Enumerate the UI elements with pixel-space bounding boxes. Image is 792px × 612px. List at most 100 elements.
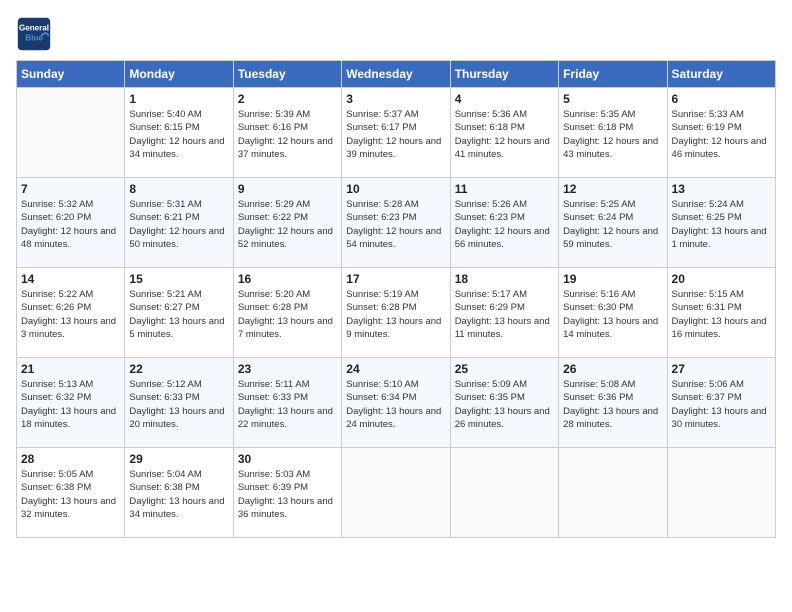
day-number: 3 — [346, 92, 445, 106]
calendar-body: 1 Sunrise: 5:40 AMSunset: 6:15 PMDaylight… — [17, 88, 776, 538]
day-info: Sunrise: 5:03 AMSunset: 6:39 PMDaylight:… — [238, 468, 337, 521]
day-number: 18 — [455, 272, 554, 286]
day-info: Sunrise: 5:16 AMSunset: 6:30 PMDaylight:… — [563, 288, 662, 341]
day-info: Sunrise: 5:13 AMSunset: 6:32 PMDaylight:… — [21, 378, 120, 431]
day-number: 20 — [672, 272, 771, 286]
day-number: 30 — [238, 452, 337, 466]
day-cell — [559, 448, 667, 538]
day-info: Sunrise: 5:28 AMSunset: 6:23 PMDaylight:… — [346, 198, 445, 251]
day-number: 25 — [455, 362, 554, 376]
day-number: 13 — [672, 182, 771, 196]
day-cell: 2 Sunrise: 5:39 AMSunset: 6:16 PMDaylight… — [233, 88, 341, 178]
day-info: Sunrise: 5:15 AMSunset: 6:31 PMDaylight:… — [672, 288, 771, 341]
day-number: 10 — [346, 182, 445, 196]
svg-text:General: General — [19, 23, 49, 32]
day-cell: 3 Sunrise: 5:37 AMSunset: 6:17 PMDaylight… — [342, 88, 450, 178]
day-cell: 22 Sunrise: 5:12 AMSunset: 6:33 PMDayligh… — [125, 358, 233, 448]
week-row-3: 14 Sunrise: 5:22 AMSunset: 6:26 PMDayligh… — [17, 268, 776, 358]
weekday-header-row: SundayMondayTuesdayWednesdayThursdayFrid… — [17, 61, 776, 88]
day-info: Sunrise: 5:29 AMSunset: 6:22 PMDaylight:… — [238, 198, 337, 251]
day-info: Sunrise: 5:21 AMSunset: 6:27 PMDaylight:… — [129, 288, 228, 341]
day-cell: 25 Sunrise: 5:09 AMSunset: 6:35 PMDayligh… — [450, 358, 558, 448]
day-cell: 19 Sunrise: 5:16 AMSunset: 6:30 PMDayligh… — [559, 268, 667, 358]
day-number: 5 — [563, 92, 662, 106]
day-info: Sunrise: 5:10 AMSunset: 6:34 PMDaylight:… — [346, 378, 445, 431]
week-row-5: 28Sunrise: 5:05 AMSunset: 6:38 PMDayligh… — [17, 448, 776, 538]
day-info: Sunrise: 5:39 AMSunset: 6:16 PMDaylight:… — [238, 108, 337, 161]
day-number: 8 — [129, 182, 228, 196]
day-info: Sunrise: 5:32 AMSunset: 6:20 PMDaylight:… — [21, 198, 120, 251]
day-info: Sunrise: 5:33 AMSunset: 6:19 PMDaylight:… — [672, 108, 771, 161]
weekday-friday: Friday — [559, 61, 667, 88]
logo-icon: General Blue — [16, 16, 52, 52]
day-number: 29 — [129, 452, 228, 466]
day-info: Sunrise: 5:11 AMSunset: 6:33 PMDaylight:… — [238, 378, 337, 431]
day-info: Sunrise: 5:06 AMSunset: 6:37 PMDaylight:… — [672, 378, 771, 431]
day-info: Sunrise: 5:31 AMSunset: 6:21 PMDaylight:… — [129, 198, 228, 251]
day-cell: 8 Sunrise: 5:31 AMSunset: 6:21 PMDaylight… — [125, 178, 233, 268]
day-info: Sunrise: 5:25 AMSunset: 6:24 PMDaylight:… — [563, 198, 662, 251]
day-cell: 9Sunrise: 5:29 AMSunset: 6:22 PMDaylight… — [233, 178, 341, 268]
day-number: 14 — [21, 272, 120, 286]
day-info: Sunrise: 5:36 AMSunset: 6:18 PMDaylight:… — [455, 108, 554, 161]
day-cell — [17, 88, 125, 178]
day-info: Sunrise: 5:04 AMSunset: 6:38 PMDaylight:… — [129, 468, 228, 521]
day-number: 15 — [129, 272, 228, 286]
day-info: Sunrise: 5:40 AMSunset: 6:15 PMDaylight:… — [129, 108, 228, 161]
day-cell: 27 Sunrise: 5:06 AMSunset: 6:37 PMDayligh… — [667, 358, 775, 448]
day-cell: 11 Sunrise: 5:26 AMSunset: 6:23 PMDayligh… — [450, 178, 558, 268]
day-cell — [342, 448, 450, 538]
day-number: 21 — [21, 362, 120, 376]
weekday-thursday: Thursday — [450, 61, 558, 88]
day-cell: 28Sunrise: 5:05 AMSunset: 6:38 PMDayligh… — [17, 448, 125, 538]
day-info: Sunrise: 5:05 AMSunset: 6:38 PMDaylight:… — [21, 468, 120, 521]
day-info: Sunrise: 5:35 AMSunset: 6:18 PMDaylight:… — [563, 108, 662, 161]
day-info: Sunrise: 5:09 AMSunset: 6:35 PMDaylight:… — [455, 378, 554, 431]
day-info: Sunrise: 5:12 AMSunset: 6:33 PMDaylight:… — [129, 378, 228, 431]
day-number: 2 — [238, 92, 337, 106]
calendar-table: SundayMondayTuesdayWednesdayThursdayFrid… — [16, 60, 776, 538]
day-number: 4 — [455, 92, 554, 106]
weekday-saturday: Saturday — [667, 61, 775, 88]
day-cell: 29 Sunrise: 5:04 AMSunset: 6:38 PMDayligh… — [125, 448, 233, 538]
day-number: 27 — [672, 362, 771, 376]
day-number: 22 — [129, 362, 228, 376]
day-info: Sunrise: 5:22 AMSunset: 6:26 PMDaylight:… — [21, 288, 120, 341]
day-cell: 14 Sunrise: 5:22 AMSunset: 6:26 PMDayligh… — [17, 268, 125, 358]
day-info: Sunrise: 5:37 AMSunset: 6:17 PMDaylight:… — [346, 108, 445, 161]
day-info: Sunrise: 5:19 AMSunset: 6:28 PMDaylight:… — [346, 288, 445, 341]
day-info: Sunrise: 5:08 AMSunset: 6:36 PMDaylight:… — [563, 378, 662, 431]
day-cell: 4 Sunrise: 5:36 AMSunset: 6:18 PMDaylight… — [450, 88, 558, 178]
day-info: Sunrise: 5:26 AMSunset: 6:23 PMDaylight:… — [455, 198, 554, 251]
day-cell: 20 Sunrise: 5:15 AMSunset: 6:31 PMDayligh… — [667, 268, 775, 358]
svg-text:Blue: Blue — [25, 33, 43, 42]
day-cell: 21 Sunrise: 5:13 AMSunset: 6:32 PMDayligh… — [17, 358, 125, 448]
day-cell: 6 Sunrise: 5:33 AMSunset: 6:19 PMDaylight… — [667, 88, 775, 178]
day-number: 11 — [455, 182, 554, 196]
day-number: 17 — [346, 272, 445, 286]
page-header: General Blue — [16, 16, 776, 52]
day-cell: 13 Sunrise: 5:24 AMSunset: 6:25 PMDayligh… — [667, 178, 775, 268]
day-cell: 24Sunrise: 5:10 AMSunset: 6:34 PMDayligh… — [342, 358, 450, 448]
weekday-tuesday: Tuesday — [233, 61, 341, 88]
day-info: Sunrise: 5:20 AMSunset: 6:28 PMDaylight:… — [238, 288, 337, 341]
day-info: Sunrise: 5:24 AMSunset: 6:25 PMDaylight:… — [672, 198, 771, 251]
day-cell: 23 Sunrise: 5:11 AMSunset: 6:33 PMDayligh… — [233, 358, 341, 448]
day-cell — [667, 448, 775, 538]
day-cell: 18Sunrise: 5:17 AMSunset: 6:29 PMDayligh… — [450, 268, 558, 358]
week-row-1: 1 Sunrise: 5:40 AMSunset: 6:15 PMDaylight… — [17, 88, 776, 178]
day-cell: 10 Sunrise: 5:28 AMSunset: 6:23 PMDayligh… — [342, 178, 450, 268]
week-row-4: 21 Sunrise: 5:13 AMSunset: 6:32 PMDayligh… — [17, 358, 776, 448]
day-number: 23 — [238, 362, 337, 376]
weekday-wednesday: Wednesday — [342, 61, 450, 88]
day-cell: 16 Sunrise: 5:20 AMSunset: 6:28 PMDayligh… — [233, 268, 341, 358]
day-cell: 30 Sunrise: 5:03 AMSunset: 6:39 PMDayligh… — [233, 448, 341, 538]
day-cell: 5 Sunrise: 5:35 AMSunset: 6:18 PMDaylight… — [559, 88, 667, 178]
day-number: 16 — [238, 272, 337, 286]
day-cell: 1 Sunrise: 5:40 AMSunset: 6:15 PMDaylight… — [125, 88, 233, 178]
weekday-sunday: Sunday — [17, 61, 125, 88]
day-number: 6 — [672, 92, 771, 106]
day-number: 19 — [563, 272, 662, 286]
day-cell: 12Sunrise: 5:25 AMSunset: 6:24 PMDayligh… — [559, 178, 667, 268]
day-number: 1 — [129, 92, 228, 106]
